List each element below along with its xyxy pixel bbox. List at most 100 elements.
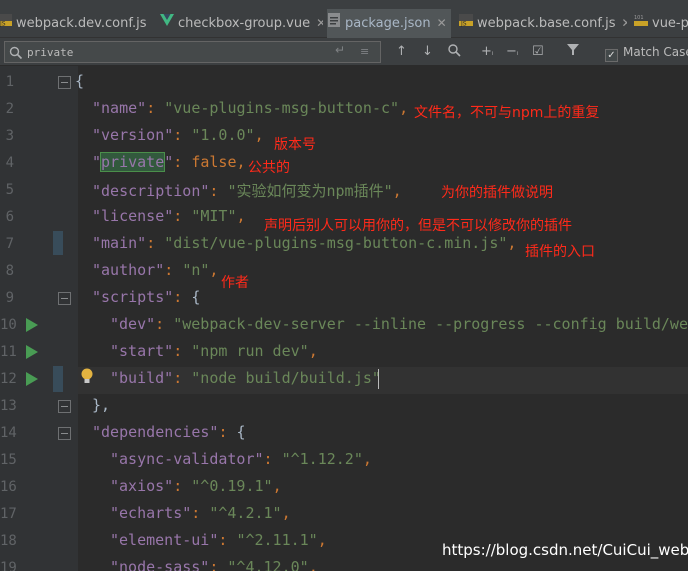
- select-all-occurrences-icon[interactable]: ☑: [532, 38, 544, 66]
- annotation-main: 插件的入口: [525, 244, 595, 260]
- match-case-checkbox[interactable]: ✓ Match Case: [605, 45, 688, 62]
- checkbox-check-icon[interactable]: ✓: [605, 49, 618, 62]
- line-number: 2: [5, 101, 14, 117]
- find-all-icon[interactable]: [447, 38, 463, 66]
- add-occurrence-icon[interactable]: +ᵢ: [481, 38, 494, 67]
- remove-occurrence-icon[interactable]: −ᵢ: [506, 38, 519, 67]
- fold-toggle-icon[interactable]: [58, 292, 71, 305]
- previous-occurrence-icon[interactable]: ↑: [396, 38, 407, 66]
- json-key: "node-sass": [110, 558, 210, 571]
- code-line: },: [92, 396, 111, 414]
- json-string: "^0.19.1": [191, 477, 273, 495]
- line-number: 15: [0, 452, 17, 468]
- tab-vue-pl[interactable]: 101 vue-pl: [634, 9, 688, 38]
- line-number: 3: [5, 128, 14, 144]
- line-number: 7: [5, 236, 14, 252]
- json-string: "webpack-dev-server --inline --progress …: [173, 315, 688, 333]
- close-icon[interactable]: ✕: [437, 16, 447, 30]
- filter-icon[interactable]: ≡: [360, 45, 369, 58]
- line-number: 16: [0, 479, 17, 495]
- code-line: "name": "vue-plugins-msg-button-c",: [92, 99, 409, 117]
- js-file-icon: JS: [459, 9, 473, 38]
- json-string: "^4.12.0": [227, 558, 309, 571]
- annotation-version: 版本号: [274, 137, 316, 153]
- code-line: "author": "n",: [92, 261, 219, 279]
- change-marker: [53, 366, 63, 392]
- line-number: 18: [0, 533, 17, 549]
- run-script-icon[interactable]: [26, 318, 38, 332]
- json-key: "description": [92, 182, 210, 200]
- code-line: "description": "实验如何变为npm插件",: [92, 182, 402, 200]
- json-key: "main": [92, 234, 147, 252]
- code-line: "axios": "^0.19.1",: [110, 477, 282, 495]
- fold-toggle-icon[interactable]: [58, 76, 71, 89]
- run-script-icon[interactable]: [26, 372, 38, 386]
- line-number: 11: [0, 344, 17, 360]
- line-number: 6: [5, 209, 14, 225]
- json-key: "build": [110, 369, 174, 387]
- code-line: "element-ui": "^2.11.1",: [110, 531, 327, 549]
- json-string: "实验如何变为npm插件": [227, 182, 393, 200]
- json-string: "^1.12.2": [281, 450, 363, 468]
- code-editor[interactable]: 1 2 3 4 5 6 7 8 9 10 11 12 13 14 15 16 1…: [0, 66, 688, 571]
- tab-webpack-dev-conf[interactable]: JS webpack.dev.conf.js✕: [0, 9, 154, 38]
- code-line: "license": "MIT",: [92, 207, 246, 225]
- tab-package-json[interactable]: package.json ✕: [327, 9, 451, 38]
- code-line: "start": "npm run dev",: [110, 342, 318, 360]
- find-bar: ↵ ≡ ↑ ↓ +ᵢ −ᵢ ☑ ✓Match Case: [0, 38, 688, 66]
- close-icon[interactable]: ✕: [622, 16, 627, 30]
- svg-text:JS: JS: [0, 21, 6, 28]
- json-string: "^2.11.1": [236, 531, 318, 549]
- line-number: 14: [0, 425, 17, 441]
- json-string: "npm run dev": [191, 342, 309, 360]
- json-file-icon: [327, 9, 341, 38]
- tab-webpack-base-conf[interactable]: JS webpack.base.conf.js ✕: [459, 9, 627, 38]
- svg-text:101: 101: [634, 15, 644, 21]
- json-key: "dependencies": [92, 423, 219, 441]
- json-key: "echarts": [110, 504, 192, 522]
- code-line: "dependencies": {: [92, 423, 246, 441]
- change-marker: [53, 231, 63, 255]
- json-key: "version": [92, 126, 174, 144]
- code-line: "async-validator": "^1.12.2",: [110, 450, 372, 468]
- annotation-private: 公共的: [248, 160, 290, 176]
- json-string: "node build/build.js": [191, 369, 381, 387]
- fold-toggle-icon[interactable]: [58, 400, 71, 413]
- line-number: 8: [5, 263, 14, 279]
- code-line: "build": "node build/build.js": [110, 369, 381, 387]
- json-string: "vue-plugins-msg-button-c": [164, 99, 400, 117]
- json-key: "name": [92, 99, 147, 117]
- search-icon[interactable]: [9, 45, 23, 64]
- json-string: "1.0.0": [191, 126, 255, 144]
- close-icon[interactable]: ✕: [316, 16, 323, 30]
- line-number: 1: [5, 74, 14, 90]
- json-key: "start": [110, 342, 174, 360]
- filter-funnel-icon[interactable]: [566, 38, 582, 66]
- line-number: 9: [5, 290, 14, 306]
- line-number: 13: [0, 398, 17, 414]
- enter-icon[interactable]: ↵: [335, 43, 345, 57]
- json-key: "author": [92, 261, 165, 279]
- json-key: "dev": [110, 315, 156, 333]
- svg-text:JS: JS: [460, 21, 467, 28]
- search-match-highlight: private: [100, 152, 166, 172]
- text-caret: [378, 369, 379, 389]
- run-script-icon[interactable]: [26, 345, 38, 359]
- lightbulb-icon[interactable]: [80, 367, 94, 389]
- line-number: 12: [0, 371, 17, 387]
- code-line: "node-sass": "^4.12.0",: [110, 558, 318, 571]
- tab-checkbox-group[interactable]: checkbox-group.vue ✕: [160, 9, 323, 38]
- fold-toggle-icon[interactable]: [58, 427, 71, 440]
- next-occurrence-icon[interactable]: ↓: [422, 38, 433, 66]
- vue-file-icon: [160, 9, 174, 38]
- annotation-author: 作者: [221, 275, 249, 291]
- watermark: https://blog.csdn.net/CuiCui_web: [442, 541, 688, 559]
- search-input[interactable]: [27, 43, 327, 61]
- code-line: "main": "dist/vue-plugins-msg-button-c.m…: [92, 234, 517, 252]
- json-key: "scripts": [92, 288, 174, 306]
- search-field[interactable]: ↵ ≡: [4, 41, 381, 63]
- close-icon[interactable]: ✕: [152, 16, 154, 30]
- line-number: 10: [0, 317, 17, 333]
- line-number: 5: [5, 182, 14, 198]
- editor-tab-bar: JS webpack.dev.conf.js✕ checkbox-group.v…: [0, 0, 688, 38]
